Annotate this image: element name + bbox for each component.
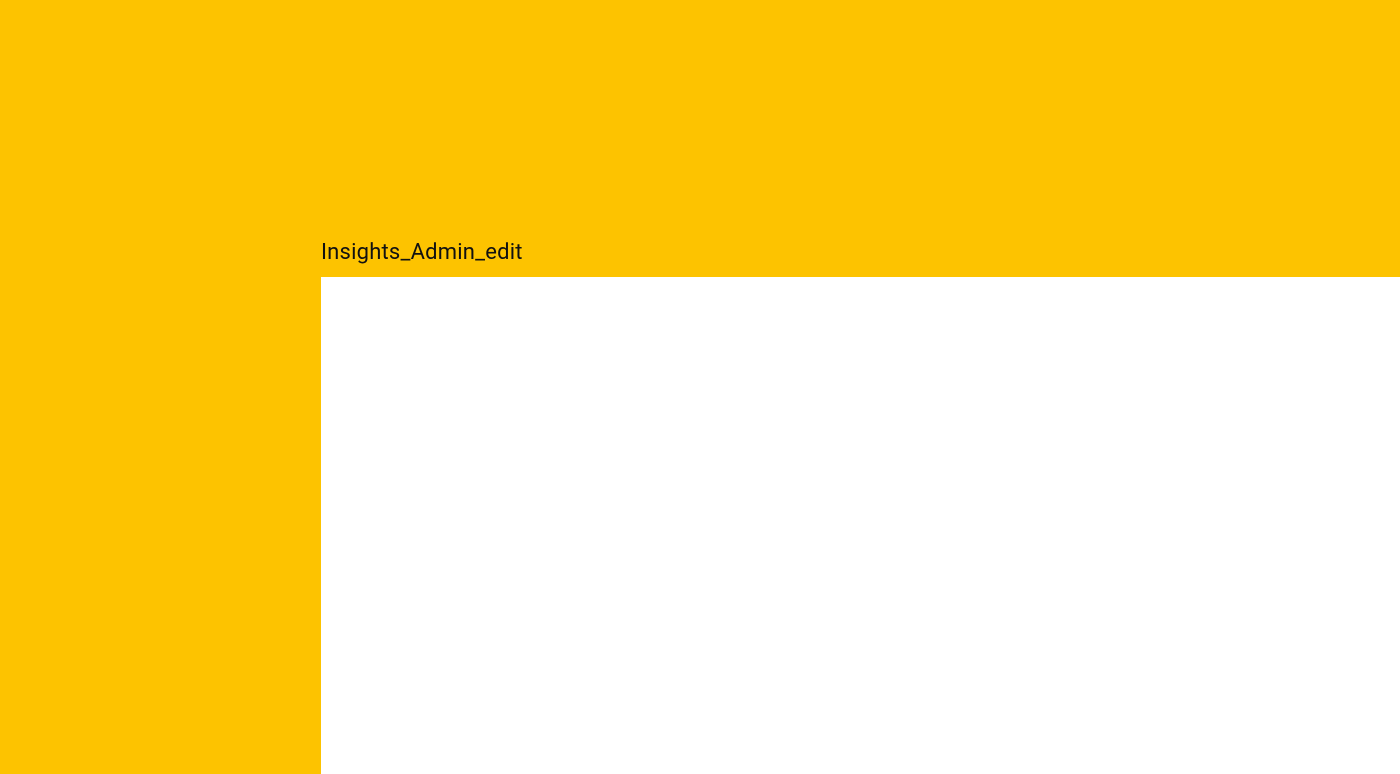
sidebar-band (0, 0, 321, 774)
content-area (321, 277, 1400, 774)
page-title: Insights_Admin_edit (321, 240, 523, 265)
